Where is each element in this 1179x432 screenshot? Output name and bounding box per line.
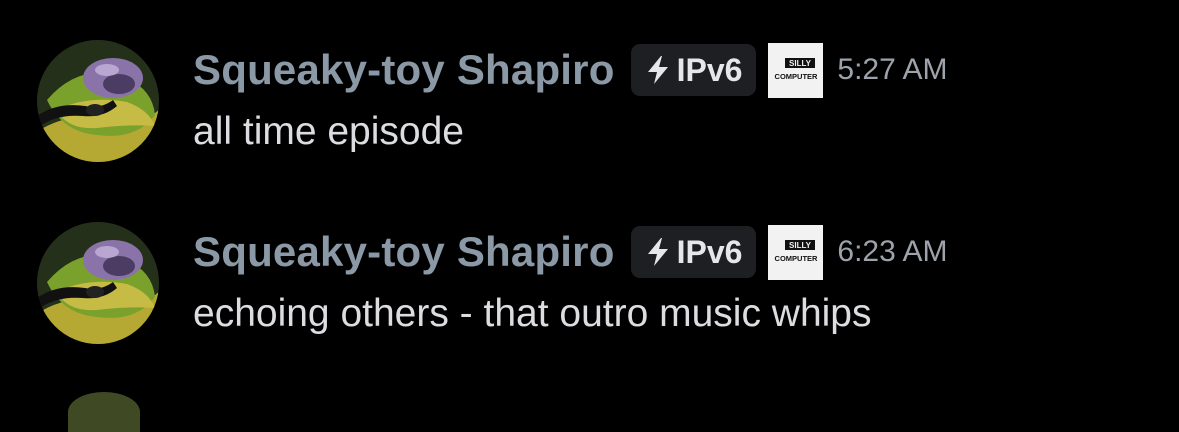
username[interactable]: Squeaky-toy Shapiro [193, 228, 615, 276]
avatar-image [37, 222, 159, 344]
message-content: echoing others - that outro music whips [193, 292, 872, 335]
server-tag[interactable]: IPv6 [630, 226, 757, 278]
server-tag-label: IPv6 [676, 51, 743, 88]
timestamp: 6:23 AM [837, 235, 948, 268]
username[interactable]: Squeaky-toy Shapiro [193, 46, 615, 94]
server-badge-icon[interactable]: SILLY COMPUTER [768, 42, 824, 98]
message-header: Squeaky-toy Shapiro IPv6 SILLY COMPUTER … [193, 224, 947, 280]
avatar-image [37, 40, 159, 162]
timestamp: 5:27 AM [837, 53, 948, 86]
message-item[interactable]: Squeaky-toy Shapiro IPv6 SILLY COMPUTER … [0, 212, 1179, 362]
server-badge-icon[interactable]: SILLY COMPUTER [768, 224, 824, 280]
avatar[interactable] [37, 222, 159, 344]
server-tag[interactable]: IPv6 [630, 44, 757, 96]
badge-text-line-1: SILLY [789, 59, 812, 68]
message-header: Squeaky-toy Shapiro IPv6 SILLY COMPUTER … [193, 42, 947, 98]
avatar[interactable] [37, 40, 159, 162]
badge-text-line-2: COMPUTER [774, 72, 818, 81]
lightning-bolt-icon [643, 236, 673, 268]
lightning-bolt-icon [643, 54, 673, 86]
badge-text-line-2: COMPUTER [774, 254, 818, 263]
message-item[interactable]: Squeaky-toy Shapiro IPv6 SILLY COMPUTER … [0, 30, 1179, 180]
avatar[interactable] [68, 392, 140, 432]
badge-text-line-1: SILLY [789, 241, 812, 250]
message-content: all time episode [193, 110, 464, 153]
server-tag-label: IPv6 [676, 233, 743, 270]
